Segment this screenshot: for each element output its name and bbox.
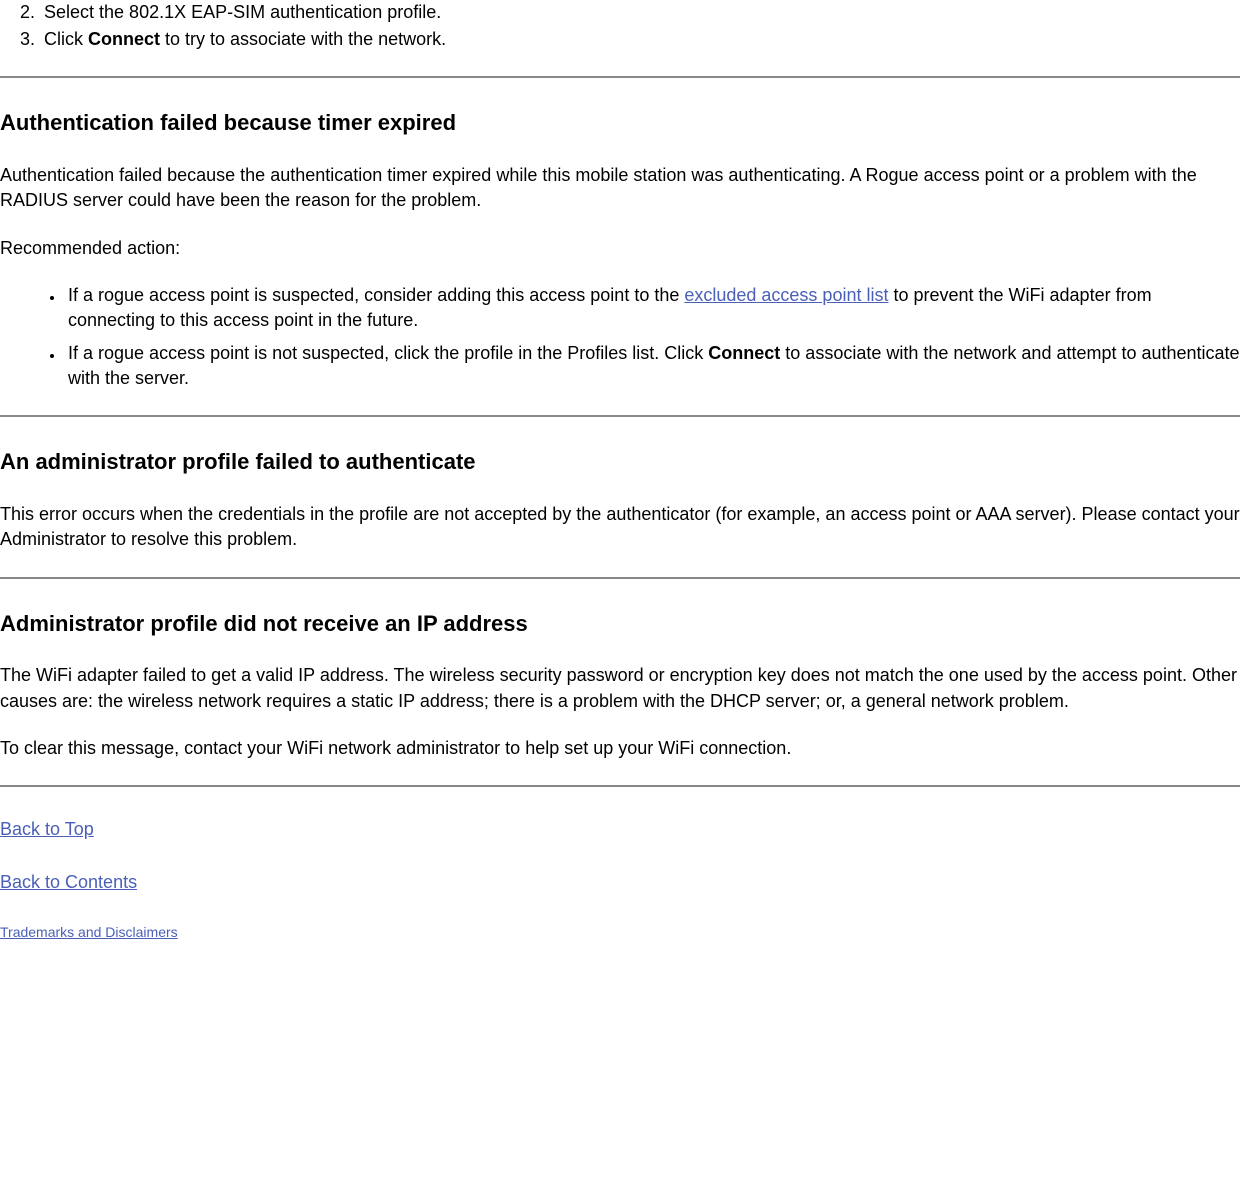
bullet-text-prefix: If a rogue access point is suspected, co… xyxy=(68,285,684,305)
back-to-contents-link[interactable]: Back to Contents xyxy=(0,870,1240,895)
step-item: Select the 802.1X EAP-SIM authentication… xyxy=(40,0,1240,25)
step-text-bold: Connect xyxy=(88,29,160,49)
divider xyxy=(0,415,1240,417)
section-paragraph: The WiFi adapter failed to get a valid I… xyxy=(0,663,1240,713)
divider xyxy=(0,76,1240,78)
bullet-text-prefix: If a rogue access point is not suspected… xyxy=(68,343,708,363)
back-to-top-link[interactable]: Back to Top xyxy=(0,817,1240,842)
step-text-suffix: to try to associate with the network. xyxy=(160,29,446,49)
trademarks-link[interactable]: Trademarks and Disclaimers xyxy=(0,923,1240,943)
section-heading-timer-expired: Authentication failed because timer expi… xyxy=(0,108,1240,139)
section-heading-admin-auth-failed: An administrator profile failed to authe… xyxy=(0,447,1240,478)
divider xyxy=(0,785,1240,787)
bullet-text-bold: Connect xyxy=(708,343,780,363)
section-paragraph: Recommended action: xyxy=(0,236,1240,261)
recommended-action-item: If a rogue access point is suspected, co… xyxy=(64,283,1240,333)
recommended-actions-list: If a rogue access point is suspected, co… xyxy=(0,283,1240,392)
divider xyxy=(0,577,1240,579)
recommended-action-item: If a rogue access point is not suspected… xyxy=(64,341,1240,391)
section-paragraph: To clear this message, contact your WiFi… xyxy=(0,736,1240,761)
section-heading-admin-no-ip: Administrator profile did not receive an… xyxy=(0,609,1240,640)
excluded-access-point-link[interactable]: excluded access point list xyxy=(684,285,888,305)
step-item: Click Connect to try to associate with t… xyxy=(40,27,1240,52)
step-text-prefix: Click xyxy=(44,29,88,49)
section-paragraph: Authentication failed because the authen… xyxy=(0,163,1240,213)
section-paragraph: This error occurs when the credentials i… xyxy=(0,502,1240,552)
steps-list: Select the 802.1X EAP-SIM authentication… xyxy=(0,0,1240,52)
